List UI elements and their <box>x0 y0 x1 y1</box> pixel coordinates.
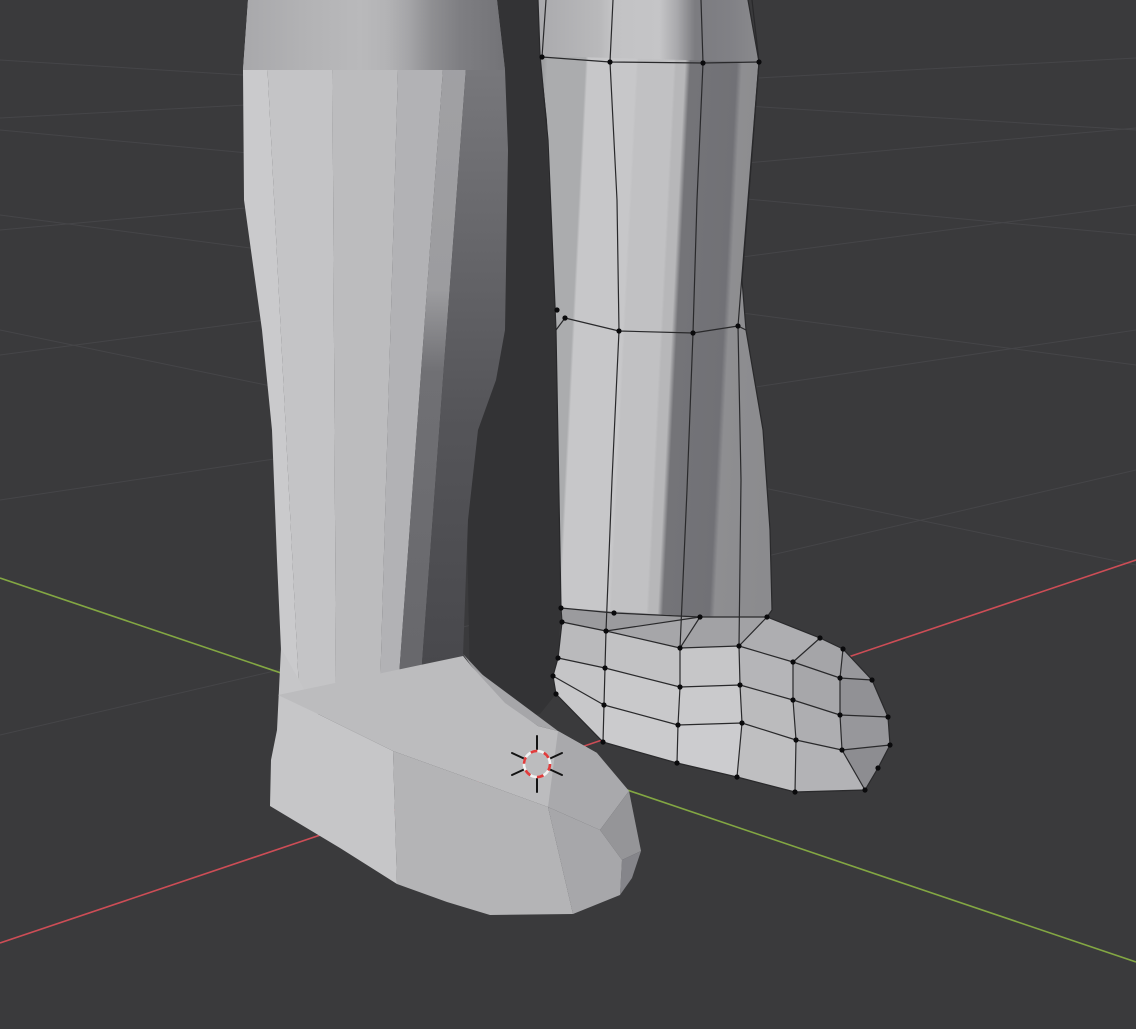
3d-viewport-canvas[interactable] <box>0 0 1136 1029</box>
blender-viewport[interactable] <box>0 0 1136 1029</box>
